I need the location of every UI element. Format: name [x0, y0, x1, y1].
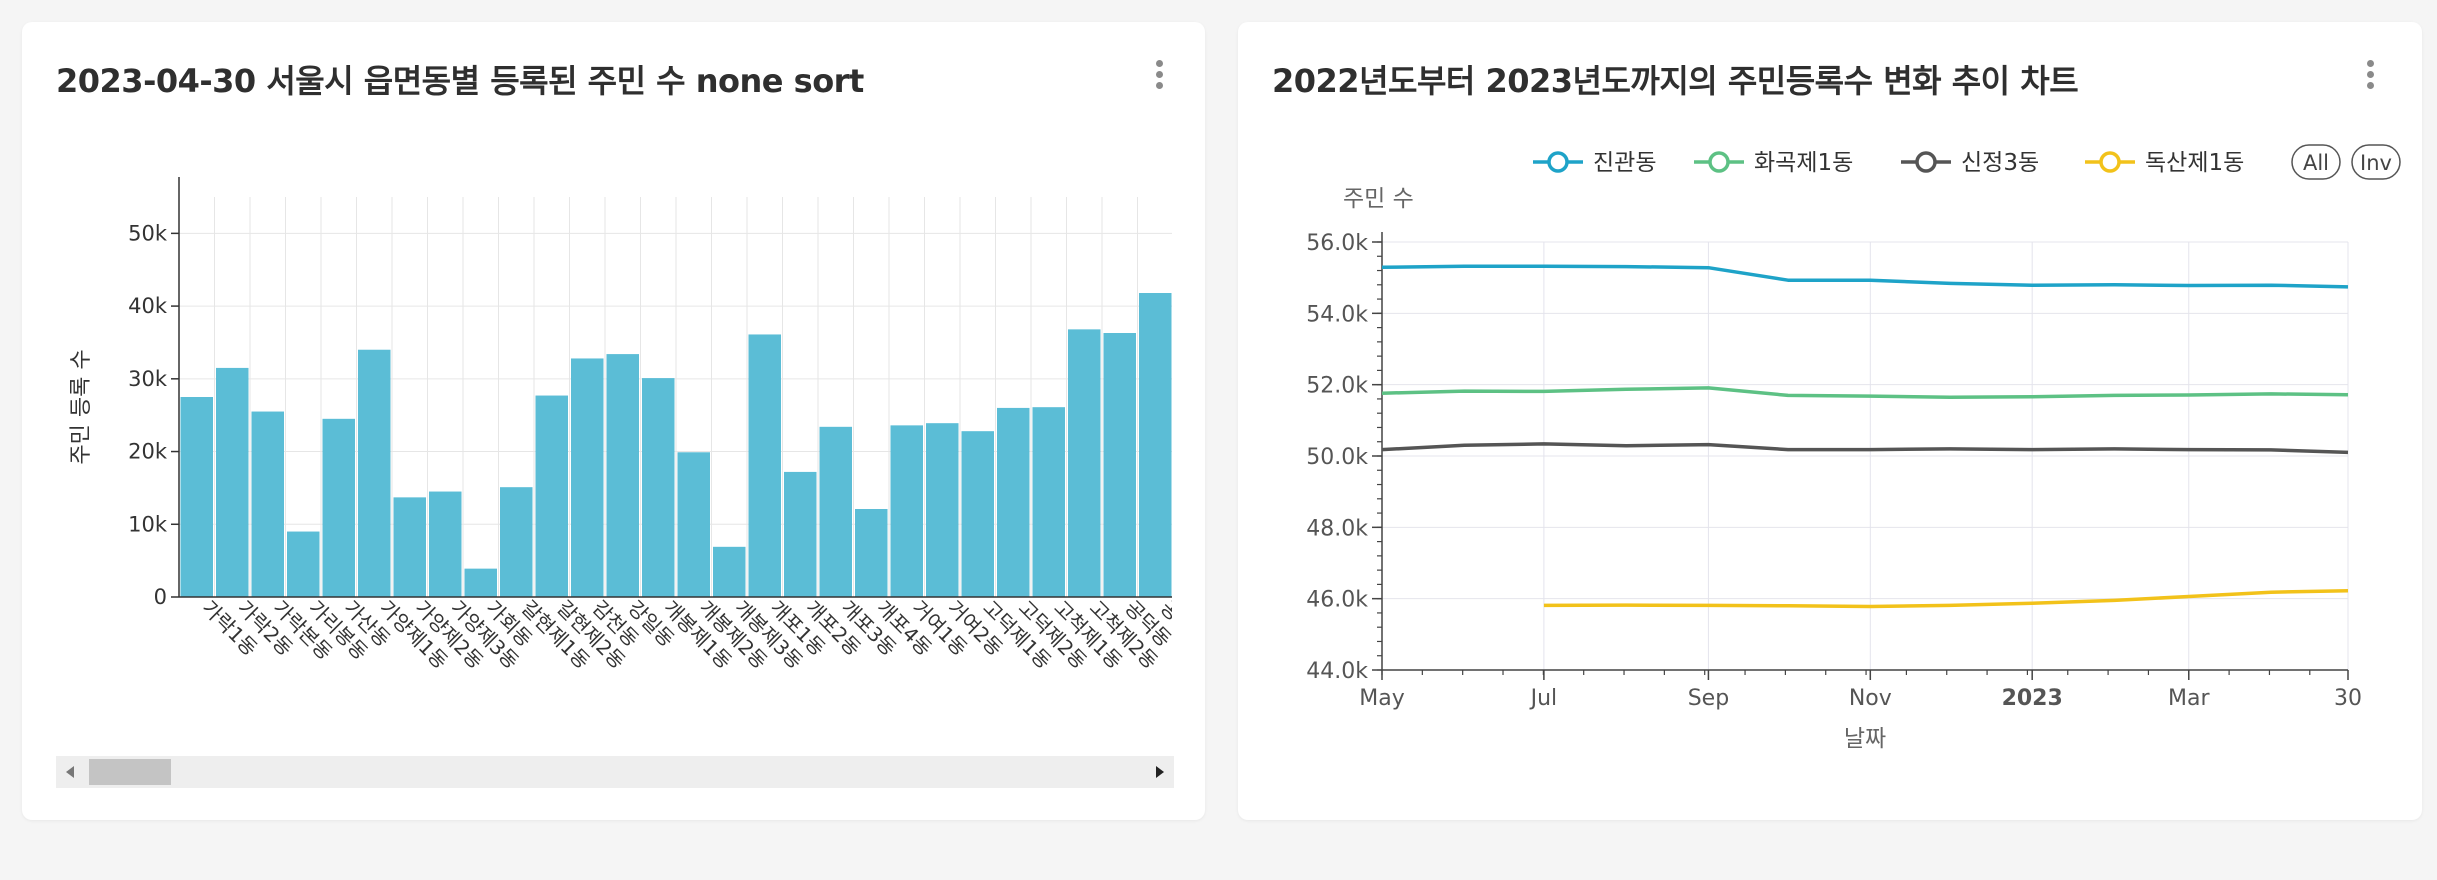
bar[interactable]	[251, 411, 285, 597]
bar[interactable]	[677, 452, 711, 597]
x-tick-label: Mar	[2168, 686, 2210, 711]
bar[interactable]	[393, 497, 427, 597]
bar[interactable]	[216, 367, 249, 597]
more-options-icon[interactable]	[1152, 60, 1166, 96]
bar[interactable]	[748, 334, 782, 597]
legend-item[interactable]: 진관동	[1533, 150, 1656, 176]
scrollbar-thumb[interactable]	[89, 759, 171, 785]
bar[interactable]	[855, 509, 888, 597]
y-tick-label: 52.0k	[1306, 374, 1368, 399]
y-tick-label: 20k	[128, 440, 168, 464]
x-tick-label: Sep	[1688, 686, 1729, 711]
bar[interactable]	[180, 397, 214, 597]
x-tick-label: Jul	[1529, 686, 1558, 711]
bar[interactable]	[322, 418, 356, 597]
y-tick-label: 54.0k	[1306, 302, 1368, 327]
line-chart-panel: 2022년도부터 2023년도까지의 주민등록수 변화 추이 차트 진관동 화곡제…	[1238, 22, 2422, 820]
bar-chart-panel: 2023-04-30 서울시 읍면동별 등록된 주민 수 none sort 0…	[22, 22, 1205, 820]
series-line[interactable]	[1381, 264, 2349, 289]
bar[interactable]	[642, 378, 675, 597]
y-tick-label: 10k	[128, 512, 168, 536]
bar[interactable]	[287, 531, 320, 597]
bar[interactable]	[926, 423, 959, 597]
y-tick-label: 50k	[128, 221, 168, 245]
legend-button-label: All	[2303, 151, 2329, 175]
bar[interactable]	[1032, 407, 1066, 597]
x-axis-title: 날짜	[1844, 726, 1886, 752]
bar[interactable]	[535, 395, 569, 597]
bar[interactable]	[1175, 379, 1206, 597]
legend-marker	[1547, 151, 1569, 173]
bar[interactable]	[358, 349, 391, 597]
legend-label: 신정3동	[1961, 150, 2039, 176]
bar[interactable]	[500, 487, 533, 597]
bar[interactable]	[464, 568, 498, 597]
horizontal-scrollbar[interactable]	[56, 756, 1174, 788]
x-tick-label: Nov	[1849, 686, 1892, 711]
legend-item[interactable]: 독산제1동	[2085, 150, 2244, 176]
y-tick-label: 44.0k	[1306, 659, 1368, 684]
legend-item[interactable]: 신정3동	[1901, 150, 2039, 176]
x-tick-label: May	[1359, 686, 1404, 711]
bar-chart-title: 2023-04-30 서울시 읍면동별 등록된 주민 수 none sort	[56, 62, 864, 100]
bar[interactable]	[890, 425, 924, 597]
legend-label: 진관동	[1593, 150, 1656, 176]
y-tick-label: 46.0k	[1306, 588, 1368, 613]
bar[interactable]	[1103, 333, 1137, 597]
bar[interactable]	[429, 491, 462, 597]
bar[interactable]	[819, 426, 853, 597]
bar[interactable]	[571, 358, 604, 597]
legend-item[interactable]: 화곡제1동	[1694, 150, 1853, 176]
scroll-right-icon[interactable]	[1156, 766, 1164, 778]
y-tick-label: 50.0k	[1306, 445, 1368, 470]
x-tick-label: 광희동	[1191, 596, 1205, 652]
legend-label: 화곡제1동	[1754, 150, 1853, 176]
y-tick-label: 0	[154, 585, 167, 609]
legend-inv-button[interactable]: Inv	[2351, 144, 2401, 180]
y-tick-label: 30k	[128, 367, 168, 391]
bar[interactable]	[606, 354, 640, 597]
bars	[180, 293, 1206, 597]
line-chart: 진관동 화곡제1동 신정3동 독산제1동 All Inv 주민 수 44.0k 46.0k 48.…	[1306, 144, 2401, 752]
bar[interactable]	[784, 471, 817, 597]
bar[interactable]	[713, 546, 746, 597]
line-chart-title: 2022년도부터 2023년도까지의 주민등록수 변화 추이 차트	[1272, 62, 2079, 100]
bar[interactable]	[1139, 293, 1172, 597]
legend-button-label: Inv	[2360, 151, 2392, 175]
x-tick-label: 30	[2334, 686, 2362, 711]
series-line[interactable]	[1381, 442, 2349, 455]
legend-all-button[interactable]: All	[2291, 144, 2341, 180]
y-tick-label: 48.0k	[1306, 516, 1368, 541]
more-options-icon[interactable]	[2363, 60, 2377, 96]
legend-marker	[1708, 151, 1730, 173]
scroll-left-icon[interactable]	[66, 766, 74, 778]
x-tick-label: 2023	[2002, 686, 2063, 711]
bar[interactable]	[961, 431, 995, 597]
legend-marker	[1915, 151, 1937, 173]
y-axis-title: 주민 수	[1343, 186, 1414, 212]
bar[interactable]	[1068, 329, 1101, 597]
x-tick-labels: 가락1동가락2동가락본동가리봉동가산동가양제1동가양제2동가양제3동가회동갈현제…	[197, 596, 1205, 674]
legend-label: 독산제1동	[2145, 150, 2244, 176]
bar-chart: 0 10k 20k 30k 40k 50k 주민 등록 수가락1동가락2동가락본동가리봉동가…	[69, 177, 1206, 674]
series-line[interactable]	[1381, 386, 2349, 399]
y-axis-label: 주민 등록 수	[69, 349, 94, 464]
bar[interactable]	[997, 407, 1030, 597]
y-tick-label: 40k	[128, 294, 168, 318]
legend-marker	[2099, 151, 2121, 173]
y-tick-label: 56.0k	[1306, 231, 1368, 256]
